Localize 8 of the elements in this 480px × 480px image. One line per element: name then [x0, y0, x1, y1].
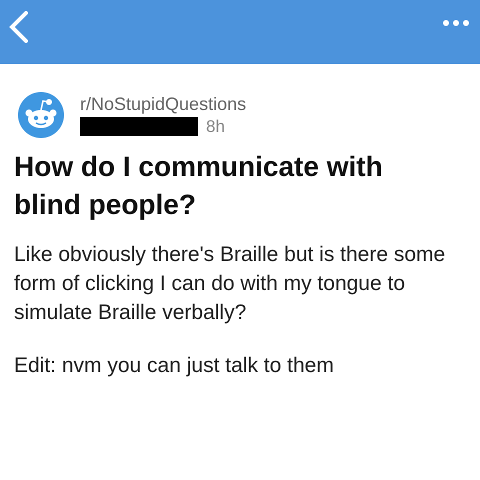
- back-icon[interactable]: [8, 10, 30, 44]
- more-icon[interactable]: [442, 19, 470, 27]
- post-time: 8h: [206, 116, 225, 136]
- post-paragraph: Edit: nvm you can just talk to them: [14, 353, 335, 379]
- subreddit-name[interactable]: r/NoStupidQuestions: [80, 94, 246, 114]
- post-title: How do I communicate with blind people?: [14, 150, 384, 222]
- alien-logo-icon: [18, 92, 64, 138]
- post-paragraph: Like obviously there's Braille but is there some form of clicking I can do with my tongue to simulate Braille verbally?: [14, 242, 446, 326]
